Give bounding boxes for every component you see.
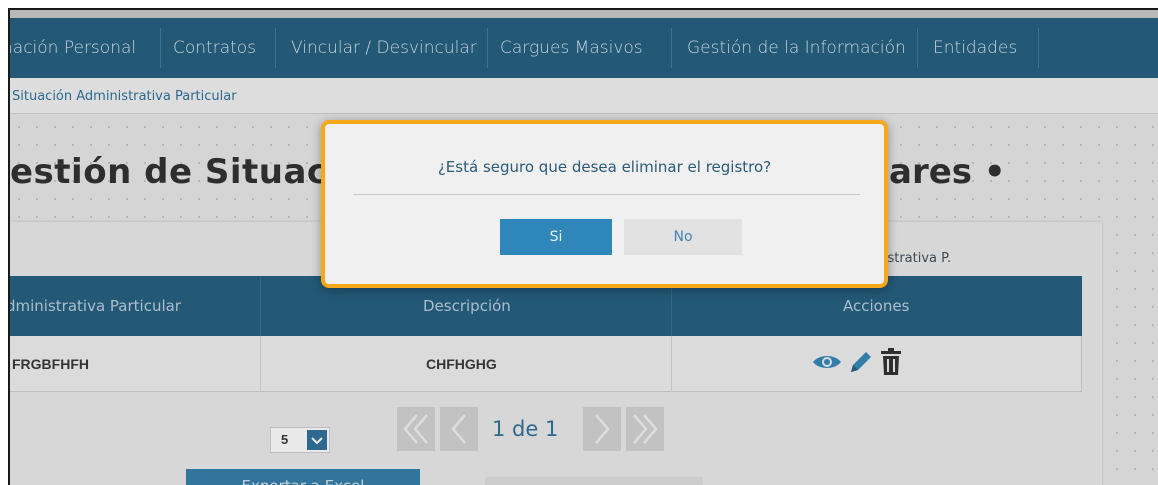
dialog-divider: [353, 194, 860, 195]
confirm-message: ¿Está seguro que desea eliminar el regis…: [437, 158, 772, 176]
confirm-yes-button[interactable]: Si: [500, 219, 612, 255]
confirm-no-button[interactable]: No: [624, 219, 742, 255]
confirm-dialog: ¿Está seguro que desea eliminar el regis…: [321, 120, 888, 288]
app-window: nación Personal Contratos Vincular / Des…: [8, 8, 1158, 485]
